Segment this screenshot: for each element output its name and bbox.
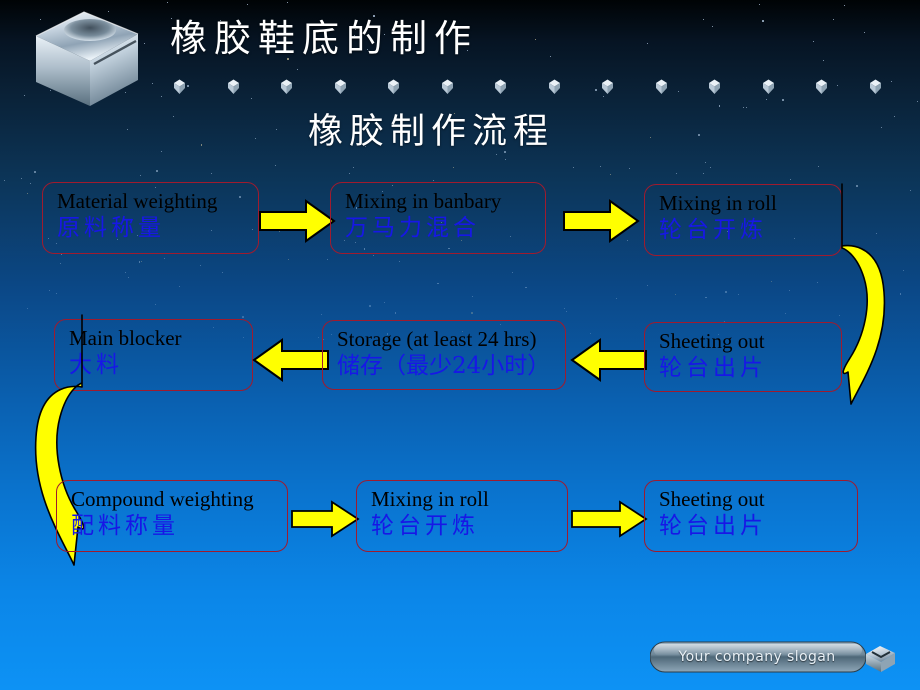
- arrow-right-4: [570, 500, 648, 543]
- arrow-left-1: [252, 337, 330, 388]
- process-box-mixing-in-banbary[interactable]: Mixing in banbary 万马力混合: [330, 182, 546, 254]
- arrow-right-1: [258, 198, 336, 249]
- process-box-material-weighting[interactable]: Material weighting 原料称量: [42, 182, 259, 254]
- arrow-right-3: [290, 500, 360, 543]
- slide-title: 橡胶鞋底的制作: [170, 17, 478, 60]
- slide-canvas: 橡胶鞋底的制作 橡胶制作流程 Material weighting 原料称量 M…: [0, 0, 920, 690]
- process-box-cn-label: 万马力混合: [345, 214, 480, 241]
- mini-cube-icon: [493, 78, 508, 95]
- cube-divider-row: [172, 78, 920, 98]
- process-box-cn-label: 配料称量: [71, 512, 179, 539]
- process-box-en-label: Mixing in banbary: [345, 189, 502, 213]
- company-slogan-bar[interactable]: Your company slogan: [650, 640, 902, 674]
- mini-cube-icon: [654, 78, 669, 95]
- mini-cube-icon: [761, 78, 776, 95]
- process-box-en-label: Mixing in roll: [371, 487, 489, 511]
- process-box-cn-label: 轮台出片: [659, 512, 767, 539]
- company-slogan-label: Your company slogan: [678, 649, 836, 665]
- process-box-mixing-in-roll-2[interactable]: Mixing in roll 轮台开炼: [356, 480, 568, 552]
- process-box-en-label: Material weighting: [57, 189, 218, 213]
- mini-cube-icon: [172, 78, 187, 95]
- metallic-cube-logo-icon: [16, 6, 156, 114]
- process-box-cn-label: 原料称量: [57, 214, 165, 241]
- process-box-cn-label: 储存（最少24小时）: [337, 352, 551, 379]
- process-box-mixing-in-roll-1[interactable]: Mixing in roll 轮台开炼: [644, 184, 842, 256]
- mini-cube-icon: [814, 78, 829, 95]
- process-box-cn-label: 轮台开炼: [371, 512, 479, 539]
- mini-cube-icon: [707, 78, 722, 95]
- mini-cube-icon: [600, 78, 615, 95]
- mini-cube-icon: [226, 78, 241, 95]
- mini-cube-icon: [547, 78, 562, 95]
- mini-cube-icon: [386, 78, 401, 95]
- process-box-storage[interactable]: Storage (at least 24 hrs) 储存（最少24小时）: [322, 320, 566, 390]
- process-box-cn-label: 轮台开炼: [659, 216, 767, 243]
- mini-cube-icon: [440, 78, 455, 95]
- process-box-en-label: Sheeting out: [659, 487, 765, 511]
- process-box-cn-label: 轮台出片: [659, 354, 767, 381]
- slide-subtitle: 橡胶制作流程: [308, 112, 555, 152]
- process-box-en-label: Sheeting out: [659, 329, 765, 353]
- mini-cube-icon: [868, 78, 883, 95]
- mini-cube-icon: [279, 78, 294, 95]
- process-box-compound-weighting[interactable]: Compound weighting 配料称量: [56, 480, 288, 552]
- mini-cube-icon: [333, 78, 348, 95]
- process-box-sheeting-out-2[interactable]: Sheeting out 轮台出片: [644, 480, 858, 552]
- process-box-en-label: Storage (at least 24 hrs): [337, 327, 537, 351]
- process-box-en-label: Mixing in roll: [659, 191, 777, 215]
- arrow-right-2: [562, 198, 640, 249]
- process-box-en-label: Compound weighting: [71, 487, 254, 511]
- process-box-sheeting-out-1[interactable]: Sheeting out 轮台出片: [644, 322, 842, 392]
- arrow-left-2: [570, 337, 648, 388]
